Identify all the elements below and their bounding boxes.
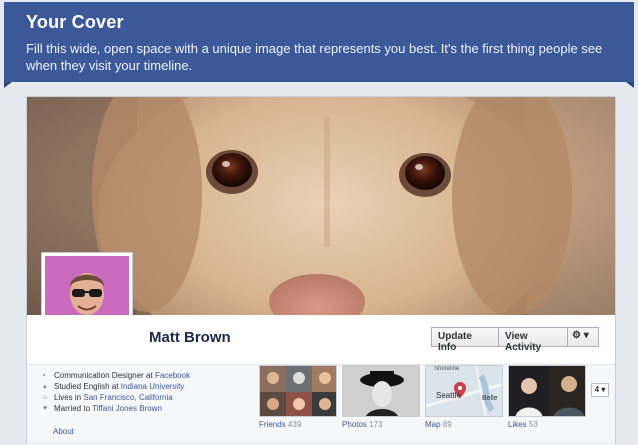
gear-icon: ⚙ ▾ [572,330,589,341]
timeline-card: Matt Brown Update Info View Activity ⚙ ▾… [26,96,616,445]
friends-thumbnails [260,366,336,416]
about-item-relationship: ♥ Married to Tiffani Jones Brown [43,403,190,414]
photos-thumbnail [343,366,419,416]
map-label[interactable]: Map 89 [425,420,452,429]
about-summary: ▪ Communication Designer at Facebook ▴ S… [43,370,190,414]
settings-gear-dropdown[interactable]: ⚙ ▾ [567,327,599,347]
banner-fold-left [4,82,12,88]
map-tile[interactable]: Shoreline Seattle Belle [425,365,503,417]
about-item-location: ⌂ Lives in San Francisco, California [43,392,190,403]
update-info-button[interactable]: Update Info [431,327,499,353]
graduation-cap-icon: ▴ [43,383,47,390]
about-link-employer[interactable]: Facebook [155,371,190,380]
about-item-text: Communication Designer at Facebook [54,371,191,380]
photos-label[interactable]: Photos 173 [342,420,383,429]
map-place-seattle: Seattle [436,391,461,400]
heart-icon: ♥ [43,405,48,412]
friends-label[interactable]: Friends 439 [259,420,301,429]
likes-thumbnails [509,366,585,416]
photos-tile[interactable] [342,365,420,417]
about-item-text: Married to Tiffani Jones Brown [54,404,162,413]
about-link-school[interactable]: Indiana University [121,382,185,391]
briefcase-icon: ▪ [43,372,46,379]
about-item-education: ▴ Studied English at Indiana University [43,381,190,392]
about-item-text: Lives in San Francisco, California [54,393,173,402]
map-place-belle: Belle [482,395,498,402]
home-icon: ⌂ [43,394,48,401]
card-bottom-divider [27,441,615,445]
more-sections-dropdown[interactable]: 4 ▾ [591,383,609,397]
banner-fold-right [626,82,634,88]
about-link-city[interactable]: San Francisco, California [83,393,172,402]
likes-tile[interactable] [508,365,586,417]
map-place-shoreline: Shoreline [434,366,460,372]
profile-info-strip: ▪ Communication Designer at Facebook ▴ S… [27,365,615,443]
cover-tutorial-banner: Your Cover Fill this wide, open space wi… [4,2,634,82]
profile-name[interactable]: Matt Brown [149,329,231,346]
friends-tile[interactable] [259,365,337,417]
about-link-spouse[interactable]: Tiffani Jones Brown [92,404,162,413]
about-item-text: Studied English at Indiana University [54,382,185,391]
profile-header-bar: Matt Brown Update Info View Activity ⚙ ▾ [27,315,615,365]
banner-description: Fill this wide, open space with a unique… [26,41,603,73]
likes-label[interactable]: Likes 53 [508,420,538,429]
view-activity-button[interactable]: View Activity [498,327,568,353]
banner-title: Your Cover [26,12,124,32]
about-item-work: ▪ Communication Designer at Facebook [43,370,190,381]
tutorial-frame: Your Cover Fill this wide, open space wi… [0,0,638,445]
about-tab-link[interactable]: About [53,427,74,436]
